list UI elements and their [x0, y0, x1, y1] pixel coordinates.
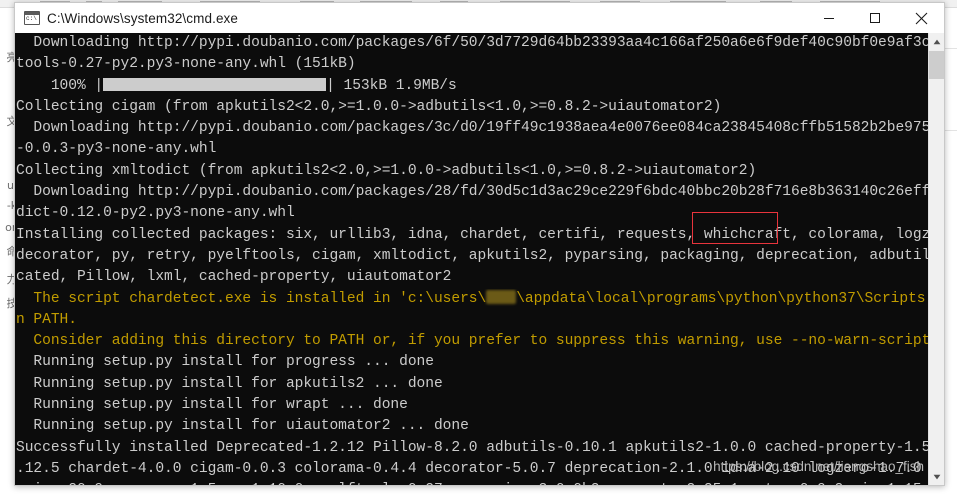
- console-line: dict-0.12.0-py2.py3-none-any.whl: [16, 203, 930, 224]
- console-line: Running setup.py install for progress ..…: [16, 352, 930, 373]
- scrollbar-thumb[interactable]: [929, 51, 944, 79]
- console-line-text: Downloading http://pypi.doubanio.com/pac…: [33, 120, 930, 137]
- console-line-text: n PATH.: [16, 311, 77, 328]
- console-line: Collecting xmltodict (from apkutils2<2.0…: [16, 161, 930, 182]
- console-line-text: tools-0.27-py2.py3-none-any.whl (151kB): [16, 56, 356, 73]
- console-line-text: Consider adding this directory to PATH o…: [16, 333, 930, 350]
- download-progress-bar: [103, 77, 327, 91]
- watermark-text: https://blog.csdn.net/liangshao_fish: [713, 459, 924, 474]
- console-line-text: Running setup.py install for wrapt ... d…: [16, 397, 408, 414]
- console-line-text: Collecting cigam (from apkutils2<2.0,>=1…: [16, 98, 722, 115]
- console-line: -0.0.3-py3-none-any.whl: [16, 139, 930, 160]
- console-line-text: Downloading http://pypi.doubanio.com/pac…: [33, 35, 930, 51]
- console-line-text: Running setup.py install for progress ..…: [16, 354, 434, 371]
- console-line: Downloading http://pypi.doubanio.com/pac…: [16, 33, 930, 54]
- scroll-up-arrow-icon[interactable]: [929, 33, 944, 50]
- console-line-text: Collecting xmltodict (from apkutils2<2.0…: [16, 162, 757, 179]
- window-title: C:\Windows\system32\cmd.exe: [47, 10, 239, 26]
- console-line-text: | 153kB 1.9MB/s: [326, 77, 457, 94]
- window-controls[interactable]: [806, 3, 944, 33]
- console-scrollbar[interactable]: [928, 33, 944, 485]
- console-line: The script chardetect.exe is installed i…: [16, 289, 930, 310]
- console-line-text: Downloading http://pypi.doubanio.com/pac…: [33, 184, 930, 201]
- console-line: Successfully installed Deprecated-1.2.12…: [16, 438, 930, 459]
- console-line: Collecting cigam (from apkutils2<2.0,>=1…: [16, 97, 930, 118]
- console-line-text: aging-20.9 progress-1.5 py-1.10.0 pyelft…: [16, 482, 930, 485]
- console-line: cated, Pillow, lxml, cached-property, ui…: [16, 267, 930, 288]
- console-line-text: Installing collected packages: six, urll…: [16, 226, 930, 243]
- console-line-text: dict-0.12.0-py2.py3-none-any.whl: [16, 205, 295, 222]
- console-line: aging-20.9 progress-1.5 py-1.10.0 pyelft…: [16, 480, 930, 485]
- scroll-down-arrow-icon[interactable]: [929, 468, 944, 485]
- console-line-text: Running setup.py install for apkutils2 .…: [16, 375, 443, 392]
- console-line: Running setup.py install for wrapt ... d…: [16, 395, 930, 416]
- redacted-username: [486, 289, 517, 304]
- console-line-text: Successfully installed Deprecated-1.2.12…: [16, 439, 930, 456]
- console-line-text: cated, Pillow, lxml, cached-property, ui…: [16, 269, 452, 286]
- console-line-text: decorator, py, retry, pyelftools, cigam,…: [16, 247, 930, 264]
- console-line: Downloading http://pypi.doubanio.com/pac…: [16, 182, 930, 203]
- window-titlebar[interactable]: C:\Windows\system32\cmd.exe: [15, 3, 944, 33]
- console-line: Running setup.py install for uiautomator…: [16, 416, 930, 437]
- console-line: Downloading http://pypi.doubanio.com/pac…: [16, 118, 930, 139]
- console-line: Running setup.py install for apkutils2 .…: [16, 374, 930, 395]
- minimize-button[interactable]: [806, 3, 852, 33]
- console-line: decorator, py, retry, pyelftools, cigam,…: [16, 246, 930, 267]
- console-line-text: -0.0.3-py3-none-any.whl: [16, 141, 217, 158]
- console-line: 100% | | 153kB 1.9MB/s: [16, 76, 930, 97]
- cmd-console-icon: [24, 11, 40, 25]
- console-line-text: Running setup.py install for uiautomator…: [16, 418, 469, 435]
- console-line-text: \appdata\local\programs\python\python37\…: [516, 290, 930, 307]
- close-button[interactable]: [898, 3, 944, 33]
- maximize-button[interactable]: [852, 3, 898, 33]
- scrollbar-track[interactable]: [929, 50, 944, 468]
- console-output-area[interactable]: Downloading http://pypi.doubanio.com/pac…: [15, 33, 944, 485]
- console-line: tools-0.27-py2.py3-none-any.whl (151kB): [16, 54, 930, 75]
- console-line: n PATH.: [16, 310, 930, 331]
- console-line-text: The script chardetect.exe is installed i…: [16, 290, 487, 307]
- console-line-text: 100% |: [16, 77, 104, 94]
- console-line: Consider adding this directory to PATH o…: [16, 331, 930, 352]
- console-line: Installing collected packages: six, urll…: [16, 225, 930, 246]
- cmd-window[interactable]: C:\Windows\system32\cmd.exe Download: [14, 2, 945, 486]
- console-text: Downloading http://pypi.doubanio.com/pac…: [15, 33, 930, 485]
